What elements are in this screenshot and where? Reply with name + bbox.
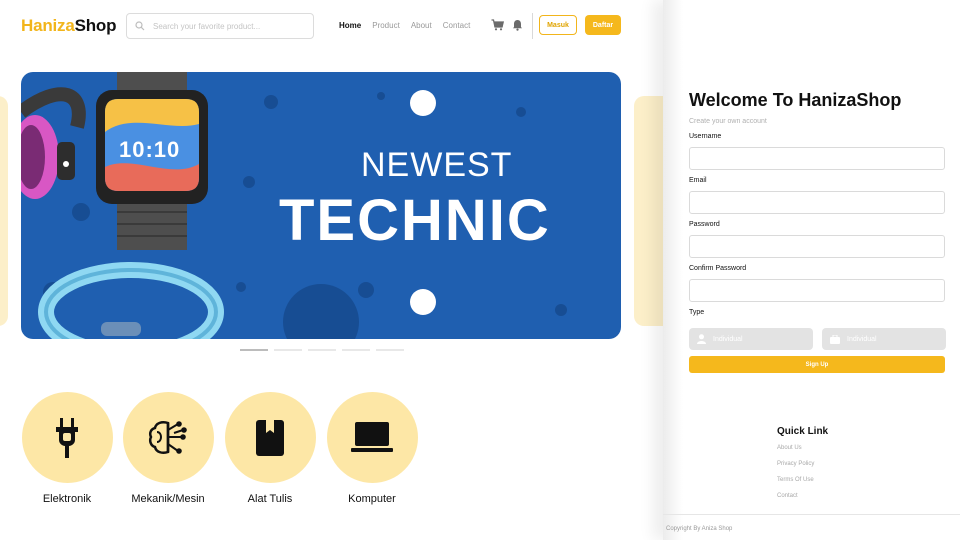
carousel-prev-slide[interactable]: [0, 96, 8, 326]
signup-panel: Welcome To HanizaShop Create your own ac…: [663, 0, 960, 540]
shop-main: HanizaShop Home Product About Contact: [0, 0, 663, 540]
page: HanizaShop Home Product About Contact: [0, 0, 960, 540]
type-option-business[interactable]: Individual: [822, 328, 946, 350]
category-elektronik[interactable]: Elektronik: [21, 392, 113, 505]
book-icon: [256, 419, 284, 456]
category-label: Elektronik: [42, 493, 92, 505]
user-icon: [697, 334, 706, 344]
quick-link-about-us[interactable]: About Us: [777, 445, 802, 451]
quick-link-contact[interactable]: Contact: [777, 493, 798, 499]
nav-about[interactable]: About: [411, 21, 432, 30]
circuit-brain-icon: [148, 420, 187, 454]
quick-link-title: Quick Link: [777, 426, 829, 437]
login-button[interactable]: Masuk: [539, 15, 577, 35]
laptop-icon: [351, 421, 393, 452]
type-option-individual[interactable]: Individual: [689, 328, 813, 350]
brand-name-part1: Haniza: [21, 16, 75, 35]
username-field[interactable]: [689, 147, 945, 170]
category-label: Mekanik/Mesin: [131, 493, 205, 505]
banner-watch-time: 10:10: [119, 137, 181, 162]
footer-divider: [663, 514, 960, 515]
type-label: Type: [689, 309, 705, 316]
category-alat-tulis[interactable]: Alat Tulis: [224, 392, 316, 505]
carousel-next-slide[interactable]: [634, 96, 663, 326]
category-mekanik-mesin[interactable]: Mekanik/Mesin: [122, 392, 214, 505]
search-icon: [135, 21, 145, 31]
main-nav: Home Product About Contact: [339, 21, 481, 30]
category-circle: [224, 392, 316, 483]
carousel-indicators: [240, 349, 404, 351]
search-box: [126, 13, 314, 39]
email-label: Email: [689, 177, 707, 184]
signup-subtitle: Create your own account: [689, 118, 767, 125]
carousel-dot[interactable]: [376, 349, 404, 351]
cart-icon[interactable]: [491, 19, 504, 31]
bell-icon[interactable]: [512, 19, 523, 31]
sign-up-button[interactable]: Sign Up: [689, 356, 945, 373]
brand-logo[interactable]: HanizaShop: [21, 16, 116, 36]
category-komputer[interactable]: Komputer: [326, 392, 418, 505]
category-label: Alat Tulis: [247, 493, 293, 505]
brand-name-part2: Shop: [74, 16, 117, 35]
username-label: Username: [689, 133, 722, 140]
category-circle: [122, 392, 214, 483]
carousel-dot[interactable]: [240, 349, 268, 351]
password-field[interactable]: [689, 235, 945, 258]
carousel-dot[interactable]: [308, 349, 336, 351]
carousel-dot[interactable]: [274, 349, 302, 351]
plug-icon: [56, 417, 78, 458]
type-option-label: Individual: [713, 335, 743, 343]
confirm-password-label: Confirm Password: [689, 265, 747, 272]
banner-headline-line1: NEWEST: [361, 146, 513, 184]
header-divider: [532, 13, 533, 39]
password-label: Password: [689, 221, 720, 228]
signup-title: Welcome To HanizaShop: [689, 90, 902, 110]
nav-contact[interactable]: Contact: [443, 21, 471, 30]
carousel-dot[interactable]: [342, 349, 370, 351]
quick-link-terms-of-use[interactable]: Terms Of Use: [777, 477, 814, 483]
type-option-label: Individual: [847, 335, 877, 343]
category-label: Komputer: [348, 493, 396, 505]
briefcase-icon: [830, 334, 840, 344]
search-input[interactable]: [153, 21, 303, 31]
category-circle: [21, 392, 113, 483]
nav-home[interactable]: Home: [339, 21, 361, 30]
hero-banner[interactable]: 10:10 NEWEST TECHNIC: [21, 72, 621, 339]
email-field[interactable]: [689, 191, 945, 214]
panel-shadow: [663, 0, 683, 540]
register-button[interactable]: Daftar: [585, 15, 621, 35]
copyright-text: Copyright By Aniza Shop: [666, 526, 733, 532]
quick-link-privacy-policy[interactable]: Privacy Policy: [777, 461, 814, 467]
nav-product[interactable]: Product: [372, 21, 400, 30]
confirm-password-field[interactable]: [689, 279, 945, 302]
category-circle: [326, 392, 418, 483]
banner-headline-line2: TECHNIC: [279, 188, 551, 253]
